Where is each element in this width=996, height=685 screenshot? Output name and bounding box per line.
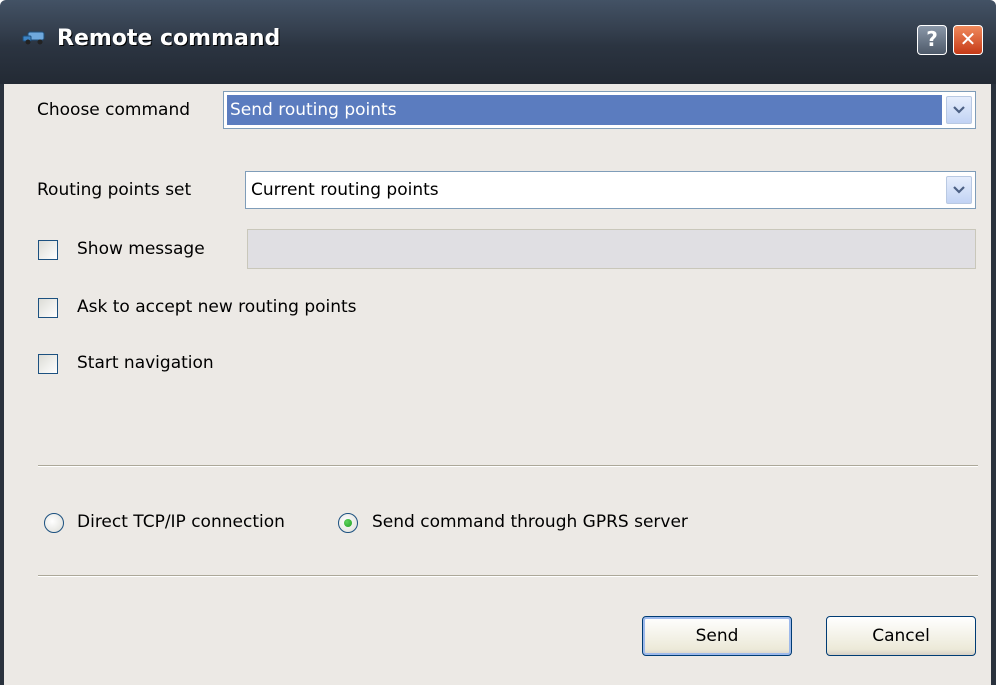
gprs-server-radio[interactable] [338, 513, 358, 533]
separator [38, 575, 978, 577]
ask-accept-checkbox[interactable] [38, 298, 58, 318]
show-message-input [247, 229, 976, 269]
window-title: Remote command [57, 26, 281, 51]
gprs-server-label: Send command through GPRS server [372, 512, 688, 532]
choose-command-value: Send routing points [230, 100, 397, 120]
send-button[interactable]: Send [642, 616, 792, 656]
chevron-down-icon[interactable] [946, 96, 972, 124]
ask-accept-label: Ask to accept new routing points [77, 297, 357, 317]
cancel-button[interactable]: Cancel [826, 616, 976, 656]
direct-tcp-radio[interactable] [44, 513, 64, 533]
vehicle-icon [22, 28, 48, 46]
routing-points-set-label: Routing points set [37, 180, 192, 200]
start-navigation-checkbox[interactable] [38, 354, 58, 374]
window-frame-right [991, 84, 996, 685]
direct-tcp-label: Direct TCP/IP connection [77, 512, 285, 532]
start-navigation-label: Start navigation [77, 353, 214, 373]
chevron-down-icon[interactable] [946, 176, 972, 204]
radio-selected-dot [344, 519, 352, 527]
title-bar[interactable]: Remote command ? ✕ [0, 0, 996, 84]
help-button[interactable]: ? [917, 25, 947, 55]
remote-command-dialog: Remote command ? ✕ Choose command Send r… [0, 0, 996, 685]
choose-command-label: Choose command [37, 100, 191, 120]
routing-points-set-value: Current routing points [251, 180, 439, 200]
choose-command-select[interactable]: Send routing points [223, 91, 976, 129]
show-message-checkbox[interactable] [38, 240, 58, 260]
routing-points-set-select[interactable]: Current routing points [245, 171, 976, 209]
close-button[interactable]: ✕ [953, 25, 983, 55]
show-message-label: Show message [77, 239, 205, 259]
separator [38, 465, 978, 467]
